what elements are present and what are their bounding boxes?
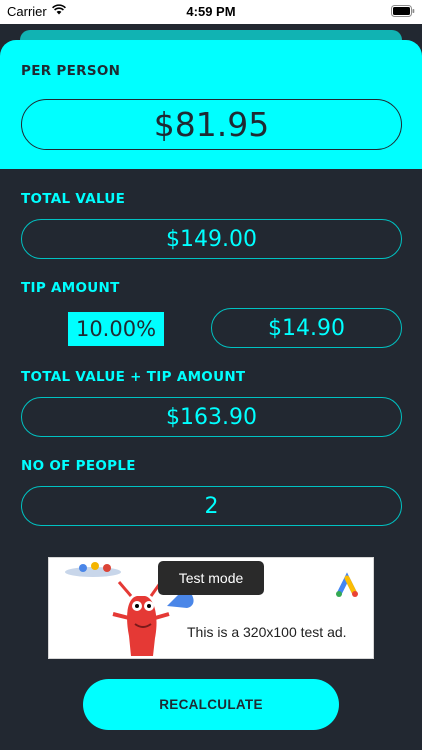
tip-amount-label: TIP AMOUNT [21,280,120,296]
battery-icon [391,5,415,17]
per-person-label: PER PERSON [21,63,121,79]
people-label: NO OF PEOPLE [21,458,136,474]
ad-text: This is a 320x100 test ad. [187,624,347,640]
ads-logo-icon [336,572,358,597]
tip-percent-field[interactable]: 10.00% [68,312,164,346]
total-with-tip-label: TOTAL VALUE + TIP AMOUNT [21,369,246,385]
status-bar: Carrier 4:59 PM [0,0,422,24]
total-value-label: TOTAL VALUE [21,191,126,207]
status-time: 4:59 PM [186,4,236,19]
recalculate-button[interactable]: RECALCULATE [83,679,339,730]
test-mode-badge: Test mode [158,561,264,595]
total-value-field[interactable]: $149.00 [21,219,402,259]
tip-amount-field[interactable]: $14.90 [211,308,402,348]
per-person-card: PER PERSON $81.95 [0,40,422,169]
per-person-value: $81.95 [21,99,402,150]
total-with-tip-field: $163.90 [21,397,402,437]
people-field[interactable]: 2 [21,486,402,526]
